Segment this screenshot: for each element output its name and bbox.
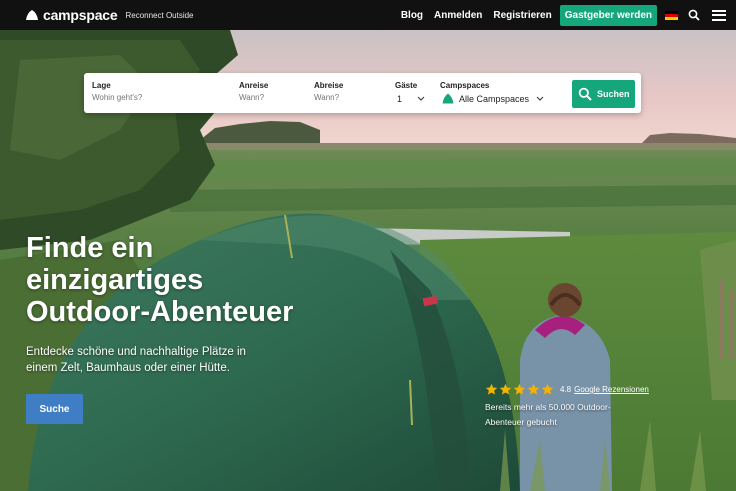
guests-value: 1	[397, 94, 403, 104]
become-host-button[interactable]: Gastgeber werden	[559, 4, 657, 26]
chevron-down-icon	[536, 96, 544, 101]
hamburger-menu-icon[interactable]	[712, 9, 726, 21]
departure-field[interactable]: Abreise	[314, 73, 389, 113]
tagline: Reconnect Outside	[125, 10, 194, 20]
arrival-label: Anreise	[239, 81, 269, 90]
star-icon	[541, 383, 554, 395]
de-flag-icon[interactable]	[665, 10, 678, 20]
reviews-block: 4.8 Google Rezensionen Bereits mehr als …	[485, 383, 649, 430]
campspaces-select[interactable]: Campspaces Alle Campspaces	[440, 73, 560, 113]
headline-line: einzigartiges	[26, 264, 204, 296]
star-icon	[513, 383, 526, 395]
guests-select[interactable]: Gäste 1	[395, 73, 435, 113]
booked-count-text: Bereits mehr als 50.000 Outdoor-Abenteue…	[485, 402, 611, 427]
arrival-input[interactable]	[239, 93, 299, 102]
rating-value: 4.8	[560, 385, 572, 394]
location-field[interactable]: Lage	[92, 73, 232, 113]
google-reviews-link[interactable]: Google Rezensionen	[574, 385, 649, 394]
star-icon	[527, 383, 540, 395]
star-icon	[485, 383, 498, 395]
star-rating	[485, 383, 555, 396]
location-input[interactable]	[92, 93, 192, 102]
logo-text: campspace	[43, 7, 118, 23]
search-icon	[578, 87, 592, 101]
campspace-logo[interactable]: campspace	[25, 7, 118, 23]
search-panel: Lage Anreise Abreise Gäste 1 Campspaces …	[84, 73, 641, 113]
hero-headline: Finde ein einzigartiges Outdoor-Abenteue…	[26, 232, 346, 328]
star-icon	[499, 383, 512, 395]
main-nav: Blog Anmelden Registrieren Gastgeber wer…	[390, 4, 726, 26]
guests-label: Gäste	[395, 81, 418, 90]
location-label: Lage	[92, 81, 111, 90]
chevron-down-icon	[417, 96, 425, 101]
nav-blog-link[interactable]: Blog	[401, 10, 423, 21]
campspaces-label: Campspaces	[440, 81, 490, 90]
tent-logo-icon	[26, 10, 38, 20]
search-button-label: Suchen	[597, 89, 630, 99]
headline-line: Finde ein	[26, 232, 154, 264]
rating-row: 4.8 Google Rezensionen	[485, 383, 649, 396]
campspace-type-icon	[442, 93, 454, 104]
departure-label: Abreise	[314, 81, 344, 90]
headline-line: Outdoor-Abenteuer	[26, 296, 294, 328]
campspaces-value: Alle Campspaces	[459, 94, 530, 104]
search-icon[interactable]	[688, 9, 700, 21]
nav-register-link[interactable]: Registrieren	[493, 10, 551, 21]
nav-login-link[interactable]: Anmelden	[434, 10, 482, 21]
hero-search-button[interactable]: Suche	[26, 394, 83, 424]
search-submit-button[interactable]: Suchen	[572, 80, 635, 108]
hero-subline: Entdecke schöne und nachhaltige Plätze i…	[26, 346, 246, 374]
site-header: campspace Reconnect Outside Blog Anmelde…	[0, 0, 736, 30]
departure-input[interactable]	[314, 93, 374, 102]
arrival-field[interactable]: Anreise	[239, 73, 309, 113]
